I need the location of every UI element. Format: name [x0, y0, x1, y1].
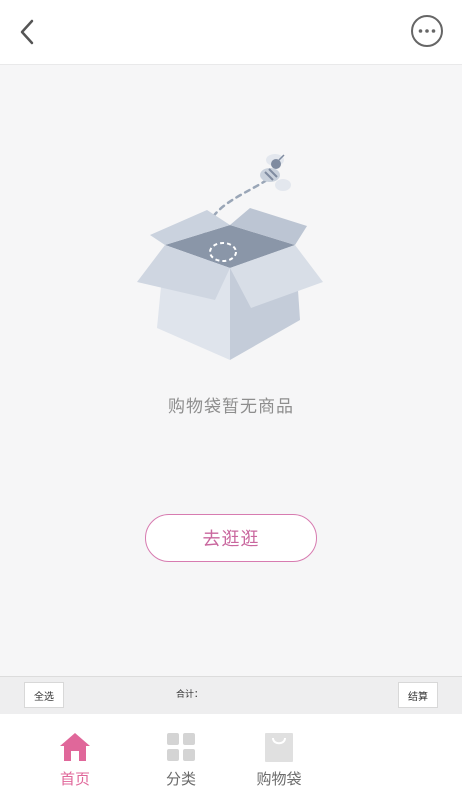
back-arrow-icon[interactable]: [12, 14, 48, 50]
empty-message: 购物袋暂无商品: [168, 397, 294, 417]
cart-summary-bar: 全选 合计： 结算: [0, 676, 462, 715]
tab-bag-label: 购物袋: [256, 770, 302, 788]
tab-category-label: 分类: [165, 770, 196, 788]
tab-bag[interactable]: 购物袋: [234, 730, 324, 789]
go-shopping-button[interactable]: 去逛逛: [145, 514, 317, 562]
checkout-button[interactable]: 结算: [398, 682, 438, 708]
tab-category[interactable]: 分类: [136, 730, 226, 789]
total-label: 合计：: [176, 690, 204, 700]
tab-home-label: 首页: [59, 770, 90, 788]
bag-icon: [265, 733, 293, 762]
bottom-tab-bar: 首页 分类 购物袋: [0, 714, 462, 800]
select-all-button[interactable]: 全选: [24, 682, 64, 708]
grid-icon: [167, 733, 195, 761]
tab-home[interactable]: 首页: [30, 730, 120, 789]
empty-box-illustration: [137, 154, 323, 360]
top-bar: [0, 0, 462, 65]
more-dots-icon[interactable]: [410, 14, 444, 48]
home-icon: [60, 733, 90, 761]
